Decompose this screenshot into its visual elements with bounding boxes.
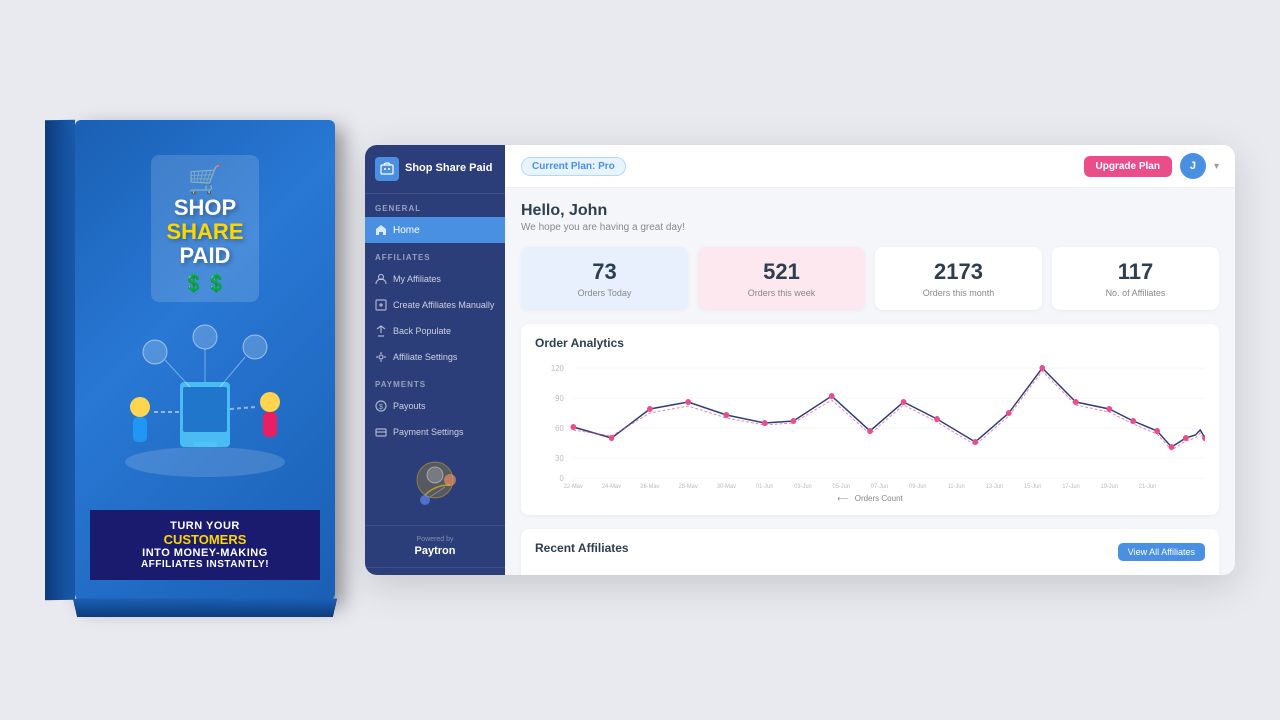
stat-label-affiliates: No. of Affiliates xyxy=(1066,288,1205,298)
book-title: SHOP SHARE PAID xyxy=(166,196,243,269)
stat-card-affiliates: 117 No. of Affiliates xyxy=(1052,247,1219,310)
sidebar: Shop Share Paid GENERAL Home AFFILIATES … xyxy=(365,145,505,575)
stat-value-affiliates: 117 xyxy=(1066,259,1205,285)
svg-text:60: 60 xyxy=(555,424,564,433)
chart-legend-text: Orders Count xyxy=(855,494,903,503)
sidebar-help[interactable]: ? Help xyxy=(365,567,505,575)
sidebar-item-affiliate-settings[interactable]: Affiliate Settings xyxy=(365,344,505,370)
stat-card-orders-week: 521 Orders this week xyxy=(698,247,865,310)
sidebar-section-payments: PAYMENTS xyxy=(365,370,505,393)
sidebar-powered: Powered by Paytron xyxy=(365,525,505,567)
svg-text:26-May: 26-May xyxy=(640,484,659,488)
svg-text:28-May: 28-May xyxy=(679,484,698,488)
book-logo: 🛒 SHOP SHARE PAID 💲💲 xyxy=(151,155,258,302)
plan-badge: Current Plan: Pro xyxy=(521,157,626,176)
book-illustration xyxy=(105,312,305,492)
sidebar-section-affiliates: AFFILIATES xyxy=(365,243,505,266)
chart-legend: ⟵ Orders Count xyxy=(535,494,1205,503)
sidebar-app-name: Shop Share Paid xyxy=(405,162,492,175)
main-content: Current Plan: Pro Upgrade Plan J ▾ Hello… xyxy=(505,145,1235,575)
svg-text:09-Jun: 09-Jun xyxy=(909,484,927,488)
svg-text:17-Jun: 17-Jun xyxy=(1062,484,1080,488)
chart-title: Order Analytics xyxy=(535,336,1205,350)
topbar: Current Plan: Pro Upgrade Plan J ▾ xyxy=(505,145,1235,188)
book-banner: TURN YOUR CUSTOMERS INTO MONEY-MAKING AF… xyxy=(90,510,320,580)
svg-text:30-May: 30-May xyxy=(717,484,736,488)
svg-text:11-Jun: 11-Jun xyxy=(948,484,965,488)
stats-row: 73 Orders Today 521 Orders this week 217… xyxy=(521,247,1219,310)
svg-text:22-May: 22-May xyxy=(564,484,583,488)
stat-label-orders-week: Orders this week xyxy=(712,288,851,298)
affiliates-section: Recent Affiliates View All Affiliates # … xyxy=(521,529,1219,575)
svg-text:13-Jun: 13-Jun xyxy=(986,484,1004,488)
sidebar-item-back-populate[interactable]: Back Populate xyxy=(365,318,505,344)
greeting-title: Hello, John xyxy=(521,202,1219,220)
dashboard: Shop Share Paid GENERAL Home AFFILIATES … xyxy=(365,145,1235,575)
chart-area: 120 90 60 30 0 xyxy=(535,358,1205,488)
sidebar-item-home[interactable]: Home xyxy=(365,217,505,243)
book-spine xyxy=(45,120,75,601)
sidebar-item-create-affiliates[interactable]: Create Affiliates Manually xyxy=(365,292,505,318)
page-wrapper: 🛒 SHOP SHARE PAID 💲💲 xyxy=(0,0,1280,720)
book-box: 🛒 SHOP SHARE PAID 💲💲 xyxy=(45,80,385,640)
book-content: 🛒 SHOP SHARE PAID 💲💲 xyxy=(90,140,320,580)
sidebar-header: Shop Share Paid xyxy=(365,145,505,194)
svg-text:30: 30 xyxy=(555,454,564,463)
svg-text:$: $ xyxy=(379,404,383,411)
svg-text:24-May: 24-May xyxy=(602,484,621,488)
sidebar-illustration xyxy=(395,455,475,515)
greeting-subtitle: We hope you are having a great day! xyxy=(521,222,1219,233)
chart-container: Order Analytics 120 90 60 xyxy=(521,324,1219,515)
table-header: # First name Last name Email Address Dis… xyxy=(535,573,1205,575)
affiliates-header: Recent Affiliates View All Affiliates xyxy=(535,541,1205,563)
sidebar-section-general: GENERAL xyxy=(365,194,505,217)
stat-label-orders-today: Orders Today xyxy=(535,288,674,298)
svg-text:03-Jun: 03-Jun xyxy=(794,484,812,488)
sidebar-item-my-affiliates[interactable]: My Affiliates xyxy=(365,266,505,292)
stat-value-orders-today: 73 xyxy=(535,259,674,285)
svg-text:01-Jun: 01-Jun xyxy=(756,484,774,488)
svg-text:21-Jun: 21-Jun xyxy=(1139,484,1157,488)
stat-card-orders-today: 73 Orders Today xyxy=(521,247,688,310)
stat-card-orders-month: 2173 Orders this month xyxy=(875,247,1042,310)
chevron-down-icon[interactable]: ▾ xyxy=(1214,161,1219,172)
content-area: Hello, John We hope you are having a gre… xyxy=(505,188,1235,575)
svg-text:90: 90 xyxy=(555,394,564,403)
stat-value-orders-month: 2173 xyxy=(889,259,1028,285)
svg-text:120: 120 xyxy=(551,364,564,373)
greeting-section: Hello, John We hope you are having a gre… xyxy=(521,202,1219,233)
svg-text:0: 0 xyxy=(559,474,564,483)
upgrade-button[interactable]: Upgrade Plan xyxy=(1084,156,1172,177)
svg-text:07-Jun: 07-Jun xyxy=(871,484,889,488)
paytron-logo: Paytron xyxy=(375,545,495,557)
book-face: 🛒 SHOP SHARE PAID 💲💲 xyxy=(75,120,335,600)
sidebar-item-payouts[interactable]: $ Payouts xyxy=(365,393,505,419)
svg-text:15-Jun: 15-Jun xyxy=(1024,484,1042,488)
svg-text:19-Jun: 19-Jun xyxy=(1101,484,1119,488)
book-bottom xyxy=(73,598,338,617)
stat-label-orders-month: Orders this month xyxy=(889,288,1028,298)
avatar[interactable]: J xyxy=(1180,153,1206,179)
book-dollar-icons: 💲💲 xyxy=(166,273,243,294)
svg-text:05-Jun: 05-Jun xyxy=(833,484,851,488)
topbar-right: Upgrade Plan J ▾ xyxy=(1084,153,1220,179)
affiliates-title: Recent Affiliates xyxy=(535,541,629,555)
stat-value-orders-week: 521 xyxy=(712,259,851,285)
sidebar-item-payment-settings[interactable]: Payment Settings xyxy=(365,419,505,445)
view-all-affiliates-button[interactable]: View All Affiliates xyxy=(1118,543,1205,561)
